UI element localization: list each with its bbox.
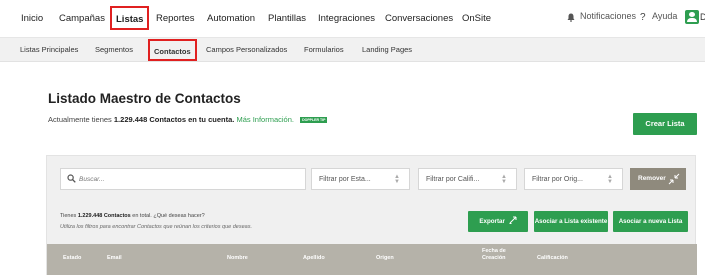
filter-score-select[interactable]: Filtrar por Califi... ▲ ▼ (418, 168, 517, 190)
total-count: 1.229.448 Contactos (77, 213, 131, 219)
nav-reportes[interactable]: Reportes (156, 13, 195, 24)
remove-filters-button[interactable]: Remover (630, 168, 686, 190)
column-apellido[interactable]: Apellido (303, 255, 325, 262)
nav-campanas[interactable]: Campañas (59, 13, 105, 24)
column-fecha-creacion[interactable]: Fecha de Creación (482, 248, 512, 261)
subnav-segmentos[interactable]: Segmentos (95, 45, 133, 54)
search-box[interactable] (60, 168, 306, 190)
page-title: Listado Maestro de Contactos (48, 91, 241, 106)
column-estado[interactable]: Estado (63, 255, 81, 262)
remove-label: Remover (638, 175, 666, 182)
user-avatar-icon[interactable] (685, 10, 699, 24)
nav-listas[interactable]: Listas (110, 6, 150, 30)
filter-status-value: Filtrar por Esta... (319, 176, 371, 183)
user-name-initial[interactable]: D (700, 12, 705, 22)
sort-arrows-icon: ▲ ▼ (394, 174, 400, 185)
column-email[interactable]: Email (107, 255, 122, 262)
filter-status-select[interactable]: Filtrar por Esta... ▲ ▼ (311, 168, 410, 190)
contacts-summary: Actualmente tienes 1.229.448 Contactos e… (48, 115, 328, 124)
export-button[interactable]: Exportar (468, 211, 528, 232)
summary-prefix: Actualmente tienes (48, 115, 112, 124)
bell-icon[interactable] (567, 13, 575, 22)
column-calificacion[interactable]: Calificación (537, 255, 568, 262)
subnav-campos-personalizados[interactable]: Campos Personalizados (206, 45, 287, 54)
nav-integraciones[interactable]: Integraciones (318, 13, 375, 24)
help-link[interactable]: Ayuda (652, 11, 677, 21)
total-suffix: en total. ¿Qué deseas hacer? (132, 213, 205, 219)
search-input[interactable] (79, 172, 299, 187)
sort-arrows-icon: ▲ ▼ (501, 174, 507, 185)
summary-count: 1.229.448 Contactos en tu cuenta. (113, 115, 235, 124)
filter-score-value: Filtrar por Califi... (426, 176, 480, 183)
export-label: Exportar (479, 218, 505, 225)
subnav-listas-principales[interactable]: Listas Principales (20, 45, 78, 54)
help-icon[interactable]: ? (640, 12, 646, 23)
more-info-link[interactable]: Más Información. (236, 115, 294, 124)
top-navigation: Inicio Campañas Listas Reportes Automati… (0, 0, 705, 38)
subnav-contactos[interactable]: Contactos (148, 39, 197, 61)
contacts-panel: Filtrar por Esta... ▲▼ Filtrar por Calif… (46, 155, 697, 275)
total-prefix: Tienes (60, 213, 77, 219)
export-arrows-icon (509, 216, 517, 224)
search-icon (67, 174, 76, 183)
nav-automation[interactable]: Automation (207, 13, 255, 24)
total-contacts-text: Tienes 1.229.448 Contactos en total. ¿Qu… (60, 213, 205, 219)
contacts-table-header: Estado Email Nombre Apellido Origen Fech… (47, 244, 697, 275)
filter-hint-text: Utiliza los filtros para encontrar Conta… (60, 224, 252, 230)
assign-new-list-button[interactable]: Asociar a nueva Lista (613, 211, 688, 232)
nav-inicio[interactable]: Inicio (21, 13, 43, 24)
doppler-tip-badge[interactable]: DOPPLER TIP (300, 117, 328, 123)
nav-conversaciones[interactable]: Conversaciones (385, 13, 453, 24)
filter-origin-value: Filtrar por Orig... (532, 176, 583, 183)
create-list-button[interactable]: Crear Lista (633, 113, 697, 135)
nav-plantillas[interactable]: Plantillas (268, 13, 306, 24)
sort-arrows-icon: ▲ ▼ (607, 174, 613, 185)
subnav-landing-pages[interactable]: Landing Pages (362, 45, 412, 54)
column-nombre[interactable]: Nombre (227, 255, 248, 262)
assign-existing-list-button[interactable]: Asociar a Lista existente (534, 211, 608, 232)
subnav-formularios[interactable]: Formularios (304, 45, 344, 54)
sub-navigation: Listas Principales Segmentos Contactos C… (0, 38, 705, 62)
column-origen[interactable]: Origen (376, 255, 394, 262)
notifications-link[interactable]: Notificaciones (580, 11, 636, 21)
nav-onsite[interactable]: OnSite (462, 13, 491, 24)
collapse-arrows-icon (668, 173, 680, 185)
filter-origin-select[interactable]: Filtrar por Orig... ▲ ▼ (524, 168, 623, 190)
